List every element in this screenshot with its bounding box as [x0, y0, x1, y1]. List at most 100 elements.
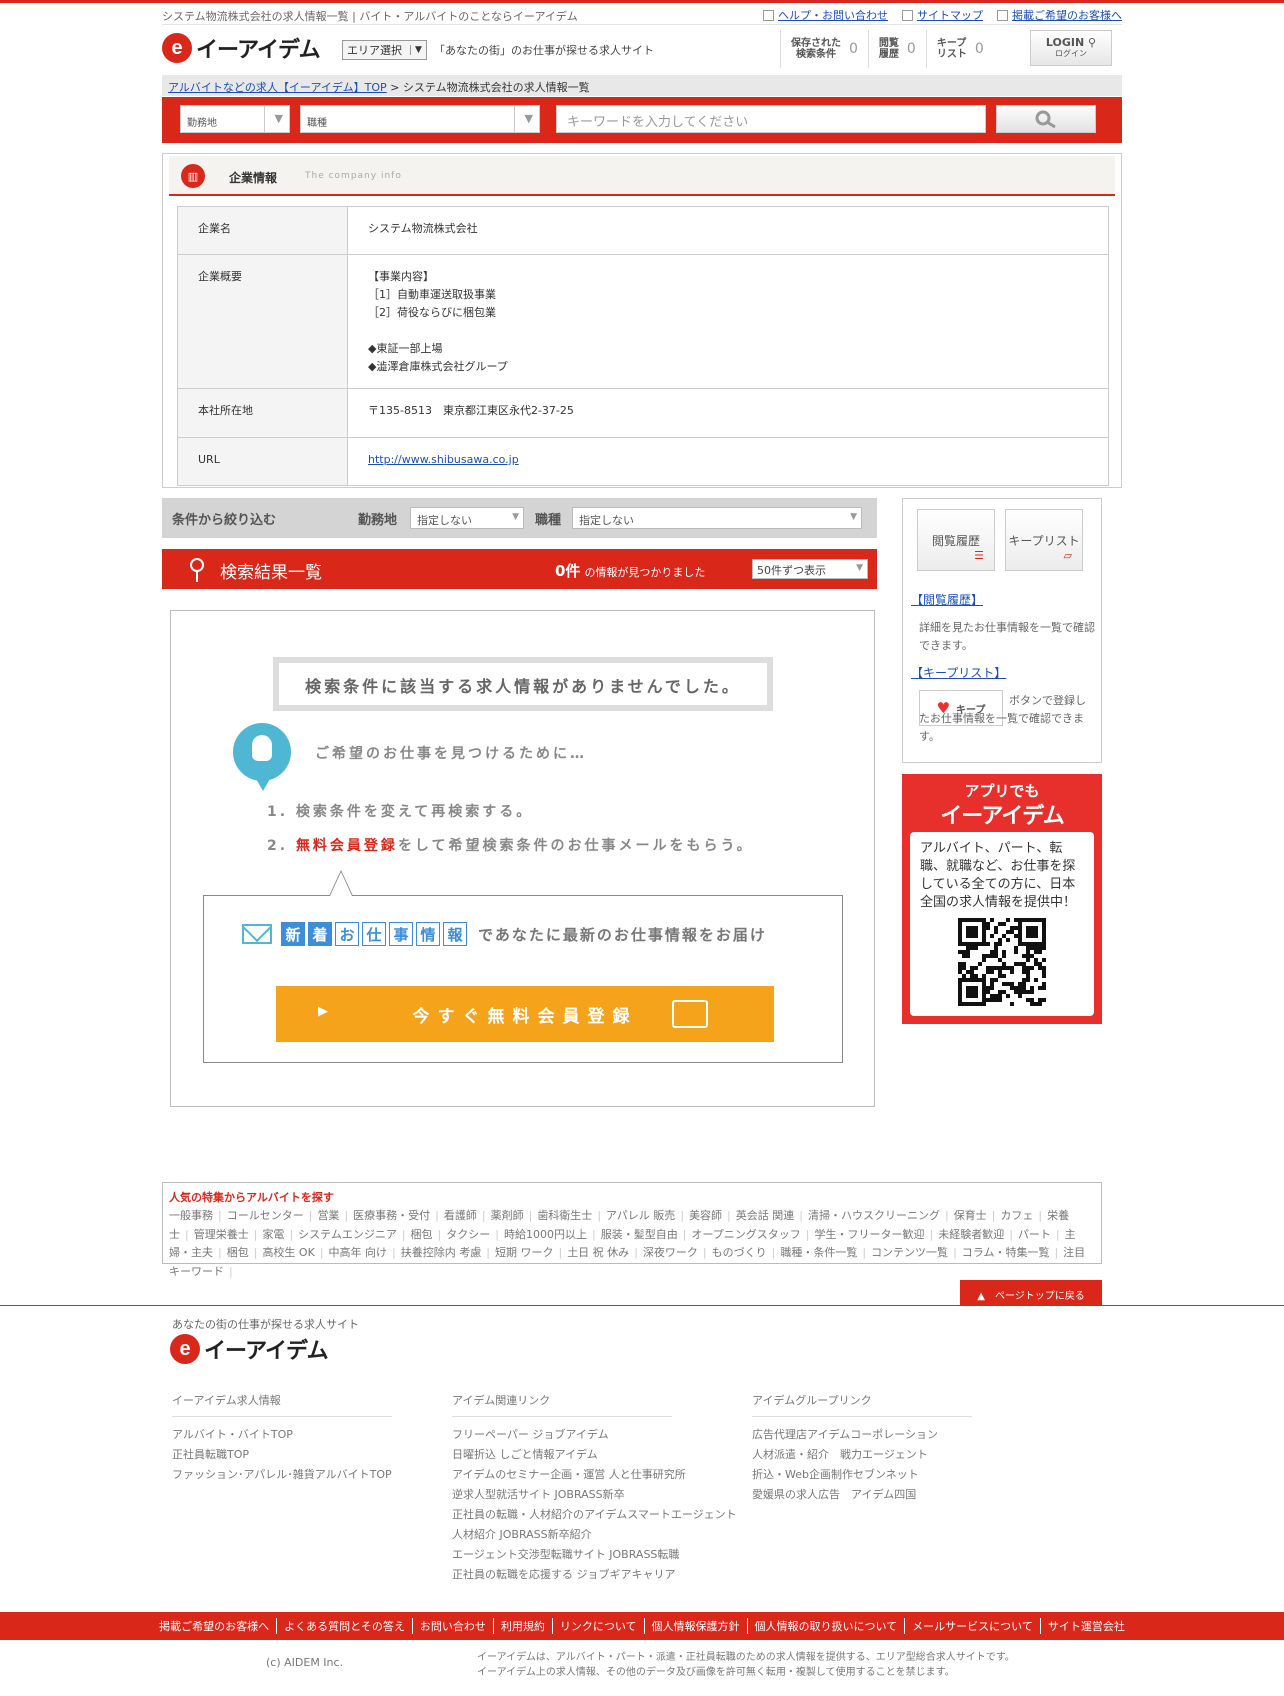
history-link[interactable]: 【閲覧履歴】 — [911, 591, 983, 608]
history-counter[interactable]: 閲覧 履歴 0 — [867, 30, 926, 68]
keep-list-counter[interactable]: キープ リスト 0 — [925, 30, 994, 68]
footer-link[interactable]: 折込・Web企画制作セブンネット — [752, 1465, 972, 1485]
header-counters: 保存された 検索条件 0 閲覧 履歴 0 キープ リスト 0 — [780, 30, 994, 68]
footer-link[interactable]: エージェント交渉型転職サイト JOBRASS転職 — [452, 1545, 737, 1565]
footer-bottom-link[interactable]: よくある質問とその答え — [277, 1618, 413, 1634]
keyword-input[interactable]: キーワードを入力してください — [556, 105, 986, 133]
footer-link[interactable]: 日曜折込 しごと情報アイデム — [452, 1445, 737, 1465]
feature-link[interactable]: タクシー — [446, 1228, 504, 1241]
search-icon — [1035, 110, 1056, 129]
help-link[interactable]: ヘルプ・お問い合わせ — [763, 7, 888, 23]
filter-job-select[interactable]: 指定しない — [572, 507, 862, 529]
feature-link[interactable]: 深夜ワーク — [643, 1246, 712, 1259]
feature-link[interactable]: 営業 — [317, 1209, 353, 1222]
feature-link[interactable]: 医療事務・受付 — [353, 1209, 444, 1222]
feature-link[interactable]: システムエンジニア — [298, 1228, 410, 1241]
feature-link[interactable]: 看護師 — [444, 1209, 491, 1222]
login-button[interactable]: LOGIN ⚲ ログイン — [1030, 30, 1112, 66]
feature-link[interactable]: 職種・条件一覧 — [780, 1246, 871, 1259]
feature-link[interactable]: 時給1000円以上 — [504, 1228, 601, 1241]
feature-link[interactable]: 未経験者歓迎 — [938, 1228, 1018, 1241]
footer-col-recruit: イーアイデム求人情報 アルバイト・バイトTOP 正社員転職TOP ファッション･… — [172, 1392, 392, 1485]
feature-link[interactable]: 英会話 関連 — [736, 1209, 808, 1222]
filter-location-select[interactable]: 指定しない — [410, 507, 524, 529]
footer-link[interactable]: 人材紹介 JOBRASS新卒紹介 — [452, 1525, 737, 1545]
feature-link[interactable]: 服装・髪型自由 — [601, 1228, 692, 1241]
feature-link[interactable]: コラム・特集一覧 — [962, 1246, 1063, 1259]
page-top-button[interactable]: ▲ ページトップに戻る — [960, 1280, 1102, 1305]
breadcrumb-home[interactable]: アルバイトなどの求人【イーアイデム】TOP — [168, 81, 387, 94]
history-description: 詳細を見たお仕事情報を一覧で確認できます。 — [919, 621, 1095, 652]
footer-link[interactable]: 正社員転職TOP — [172, 1445, 392, 1465]
search-bar: 勤務地 職種 キーワードを入力してください — [162, 97, 1122, 143]
footer-link[interactable]: 広告代理店アイデムコーポレーション — [752, 1425, 972, 1445]
feature-link[interactable]: 扶養控除内 考慮 — [401, 1246, 495, 1259]
feature-link[interactable]: 美容師 — [689, 1209, 736, 1222]
results-count: 0件 の情報が見つかりました — [555, 562, 706, 580]
footer-link[interactable]: 正社員の転職・人材紹介のアイデムスマートエージェント — [452, 1505, 737, 1525]
feature-link[interactable]: 高校生 OK — [262, 1246, 328, 1259]
footer-link[interactable]: 愛媛県の求人広告 アイデム四国 — [752, 1485, 972, 1505]
chevron-down-icon: ▼ — [410, 45, 422, 55]
footer-link[interactable]: 逆求人型就活サイト JOBRASS新卒 — [452, 1485, 737, 1505]
feature-link[interactable]: 中高年 向け — [329, 1246, 401, 1259]
footer-bottom-link[interactable]: メールサービスについて — [905, 1618, 1041, 1634]
sitemap-link[interactable]: サイトマップ — [902, 7, 983, 23]
feature-link[interactable]: ものづくり — [712, 1246, 781, 1259]
keep-list-link[interactable]: 【キープリスト】 — [911, 664, 1006, 681]
feature-link[interactable]: オープニングスタッフ — [691, 1228, 814, 1241]
app-promo-box[interactable]: アプリでも イーアイデム アルバイト、パート、転職、就職など、お仕事を探している… — [902, 774, 1102, 1024]
feature-link[interactable]: 梱包 — [411, 1228, 447, 1241]
footer-link[interactable]: アイデムのセミナー企画・運営 人と仕事研究所 — [452, 1465, 737, 1485]
feature-link[interactable]: 家電 — [262, 1228, 298, 1241]
footer-link[interactable]: アルバイト・バイトTOP — [172, 1425, 392, 1445]
footer-bottom-link[interactable]: リンクについて — [553, 1618, 645, 1634]
footer-bottom-link[interactable]: 個人情報の取り扱いについて — [748, 1618, 906, 1634]
register-highlight[interactable]: 無料会員登録 — [296, 838, 398, 854]
feature-link[interactable]: カフェ — [1000, 1209, 1047, 1222]
footer-bottom-link[interactable]: 個人情報保護方針 — [645, 1618, 748, 1634]
footer-bottom-link[interactable]: お問い合わせ — [413, 1618, 494, 1634]
site-logo[interactable]: e イーアイデム — [162, 32, 321, 64]
footer-bottom-link[interactable]: 掲載ご希望のお客様へ — [152, 1618, 278, 1634]
feature-link[interactable]: アパレル 販売 — [606, 1209, 689, 1222]
location-select[interactable]: 勤務地 — [180, 105, 290, 133]
company-url-link[interactable]: http://www.shibusawa.co.jp — [368, 453, 519, 466]
footer-link[interactable]: 正社員の転職を応援する ジョブギアキャリア — [452, 1565, 737, 1585]
footer-disclaimer: イーアイデムは、アルバイト・パート・派遣・正社員転職のための求人情報を提供する、… — [477, 1652, 1015, 1678]
feature-link[interactable]: 管理栄養士 — [194, 1228, 263, 1241]
footer-bottom-link[interactable]: サイト運営会社 — [1041, 1618, 1132, 1634]
footer-link[interactable]: フリーペーパー ジョブアイデム — [452, 1425, 737, 1445]
feature-link[interactable]: 薬剤師 — [491, 1209, 538, 1222]
search-button[interactable] — [996, 105, 1096, 133]
feature-link[interactable]: 保育士 — [954, 1209, 1001, 1222]
feature-link[interactable]: 一般事務 — [169, 1209, 227, 1222]
feature-link[interactable]: パート — [1018, 1228, 1065, 1241]
feature-link[interactable]: 学生・フリーター歓迎 — [814, 1228, 938, 1241]
per-page-select[interactable]: 50件ずつ表示 — [752, 559, 868, 579]
job-type-select[interactable]: 職種 — [300, 105, 540, 133]
feature-link[interactable]: 土日 祝 休み — [567, 1246, 643, 1259]
no-result-title: 検索条件に該当する求人情報がありませんでした。 — [273, 657, 773, 711]
copyright: (c) AIDEM Inc. — [266, 1656, 344, 1669]
area-select[interactable]: エリア選択 ▼ — [342, 40, 427, 60]
keep-list-button[interactable]: キープリスト ▱ — [1005, 509, 1083, 571]
feature-link[interactable]: 歯科衛生士 — [537, 1209, 606, 1222]
footer-link[interactable]: 人材派遣・紹介 戦力エージェント — [752, 1445, 972, 1465]
feature-link[interactable]: 清掃・ハウスクリーニング — [808, 1209, 954, 1222]
footer-logo[interactable]: e イーアイデム — [170, 1333, 329, 1365]
app-promo-line2: イーアイデム — [940, 804, 1065, 829]
no-result-step-1: 1. 検索条件を変えて再検索する。 — [267, 804, 534, 820]
feature-link[interactable]: コンテンツ一覧 — [871, 1246, 962, 1259]
footer-bottom-link[interactable]: 利用規約 — [494, 1618, 553, 1634]
footer-link[interactable]: ファッション･アパレル･雑貨アルバイトTOP — [172, 1465, 392, 1485]
feature-link[interactable]: 短期 ワーク — [495, 1246, 567, 1259]
table-row: URL http://www.shibusawa.co.jp — [177, 437, 1109, 486]
popular-features: 人気の特集からアルバイトを探す 一般事務コールセンター営業医療事務・受付看護師薬… — [162, 1182, 1102, 1278]
history-button[interactable]: 閲覧履歴 ☰ — [917, 509, 995, 571]
saved-search-counter[interactable]: 保存された 検索条件 0 — [780, 30, 868, 68]
feature-link[interactable]: コールセンター — [227, 1209, 318, 1222]
register-button[interactable]: ▶ 今すぐ無料会員登録 — [276, 986, 774, 1042]
feature-link[interactable]: 梱包 — [227, 1246, 263, 1259]
advertiser-link[interactable]: 掲載ご希望のお客様へ — [997, 7, 1122, 23]
